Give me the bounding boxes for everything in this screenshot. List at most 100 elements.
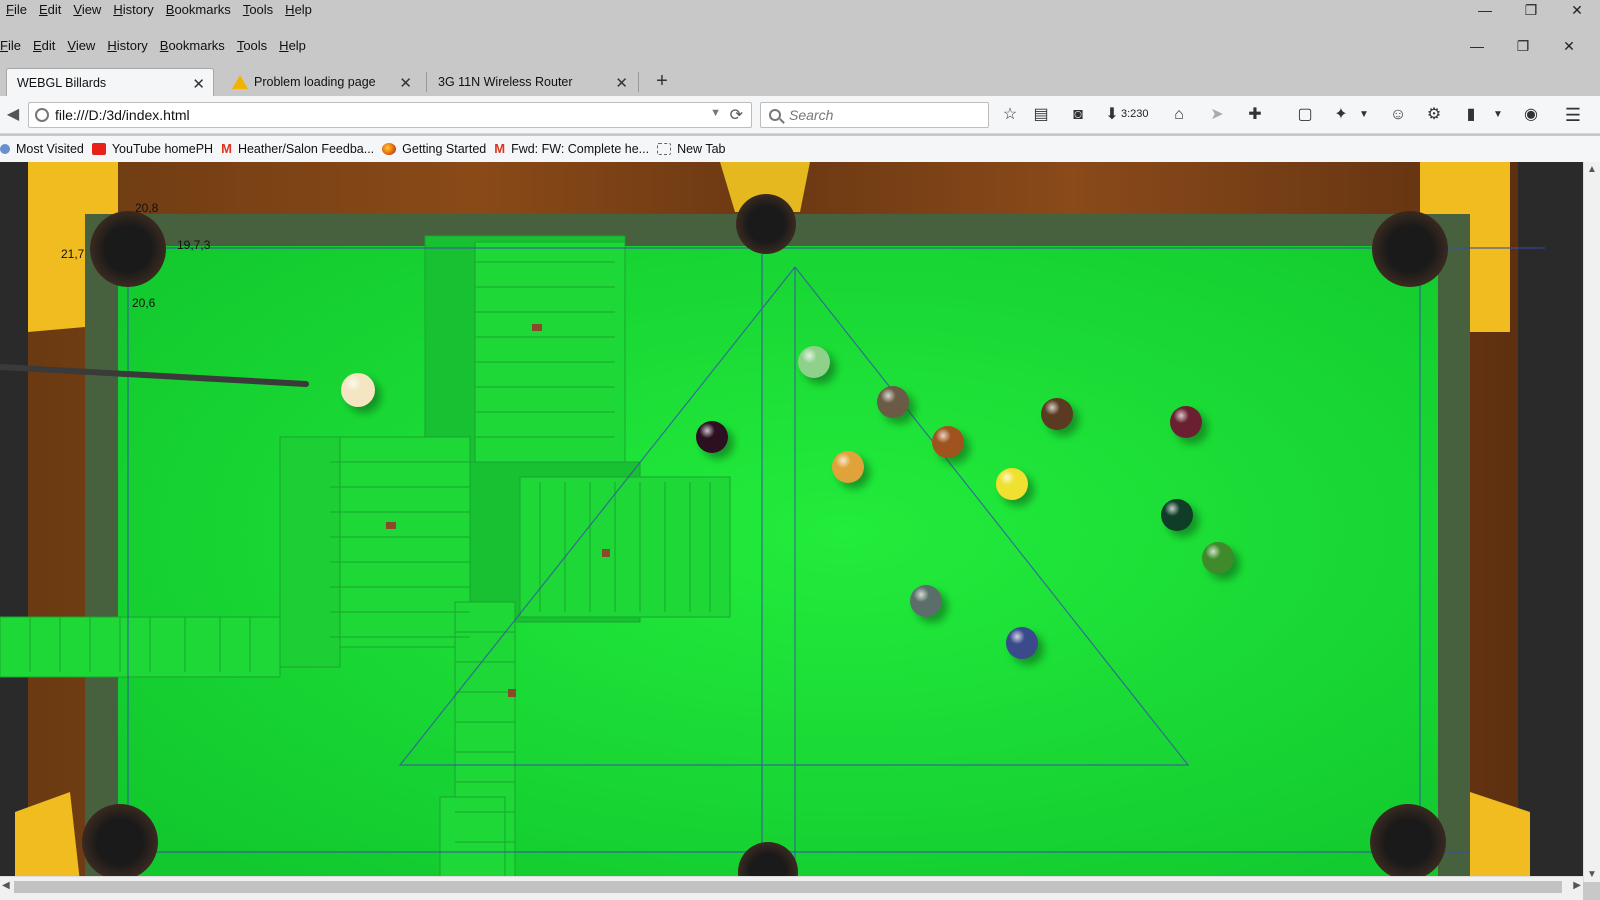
vertical-scrollbar[interactable]: ▲ ▼ [1583,162,1600,882]
firefox-icon [382,143,397,155]
pocket [82,804,158,880]
menu-bookmarks[interactable]: Bookmarks [154,37,231,55]
extension-icon[interactable]: ✦ [1330,104,1352,126]
menu-edit[interactable]: Edit [27,37,61,55]
scroll-right-icon[interactable]: ▶ [1573,880,1581,891]
webgl-canvas[interactable]: 20,8 21,7 19,7,3 20,6 [0,162,1600,882]
tab-problem-loading[interactable]: Problem loading page ✕ [222,68,420,96]
menu-file[interactable]: File [0,1,33,19]
outer-window-controls: — ❐ ✕ [1462,0,1600,20]
addon-icon[interactable]: ⚙ [1423,104,1445,126]
menu-view[interactable]: View [67,1,107,19]
restore-button[interactable]: ❐ [1508,2,1554,19]
bookmark-label: Most Visited [16,142,84,156]
menu-help[interactable]: Help [273,37,312,55]
minimize-button[interactable]: — [1462,2,1508,18]
menu-view[interactable]: View [61,37,101,55]
scrollbar-thumb[interactable] [14,881,1562,893]
window-icon[interactable]: ▢ [1294,104,1316,126]
url-text[interactable]: file:///D:/3d/index.html [55,107,190,123]
bookmark-star-icon[interactable]: ☆ [999,104,1021,126]
billiards-scene[interactable]: 20,8 21,7 19,7,3 20,6 [0,162,1600,882]
debris-marker [602,549,610,557]
send-icon[interactable]: ➤ [1206,104,1228,126]
bookmark-getting-started[interactable]: Getting Started [382,142,486,156]
restore-button[interactable]: ❐ [1500,38,1546,55]
menu-edit[interactable]: Edit [33,1,67,19]
search-placeholder: Search [789,107,834,123]
menu-bookmarks[interactable]: Bookmarks [160,1,237,19]
bookmark-new-tab[interactable]: New Tab [657,142,726,156]
bookmark-youtube[interactable]: YouTube homePH [91,142,214,156]
menu-file[interactable]: File [0,37,27,55]
close-tab-icon[interactable]: ✕ [615,74,628,92]
inner-menu-bar: File Edit View History Bookmarks Tools H… [0,35,1600,57]
outer-menu-bar: File Edit View History Bookmarks Tools H… [0,0,1600,20]
reload-icon[interactable]: ⟳ [730,105,743,125]
home-icon[interactable]: ⌂ [1168,104,1190,126]
tab-label: WEBGL Billards [17,75,107,90]
download-count: 3:230 [1121,108,1149,120]
bookmark-label: Fwd: FW: Complete he... [511,142,650,156]
close-tab-icon[interactable]: ✕ [192,75,205,93]
pocket [1370,804,1446,880]
youtube-icon [91,143,106,155]
bookmark-most-visited[interactable]: Most Visited [0,142,84,156]
menu-history[interactable]: History [101,37,153,55]
dropdown-icon[interactable]: ▼ [1492,104,1504,126]
chat-icon[interactable]: ☺ [1387,104,1409,126]
bookmark-label: YouTube homePH [111,142,214,156]
bookmarks-toolbar: Most Visited YouTube homePH M Heather/Sa… [0,136,1600,162]
menu-tools[interactable]: Tools [237,1,279,19]
debris-marker [386,522,396,529]
bookmark-label: New Tab [677,142,726,156]
close-tab-icon[interactable]: ✕ [399,74,412,92]
gmail-icon: M [221,141,232,156]
puzzle-icon[interactable]: ✚ [1244,104,1266,126]
scroll-up-icon[interactable]: ▲ [1587,164,1597,175]
pocket [736,194,796,254]
debug-label: 19,7,3 [177,238,211,252]
corner-piece [1460,792,1530,882]
warning-icon [232,75,248,89]
profile-icon[interactable]: ◉ [1520,104,1542,126]
url-bar[interactable]: file:///D:/3d/index.html ▼ ⟳ [28,102,752,128]
debug-label: 21,7 [61,247,85,261]
debris-marker [532,324,542,331]
minimize-button[interactable]: — [1454,38,1500,54]
menu-help[interactable]: Help [279,1,318,19]
download-icon[interactable]: ⬇ [1103,104,1121,126]
most-visited-icon [0,144,10,154]
bookmark-label: Heather/Salon Feedba... [237,142,375,156]
back-arrow-icon[interactable]: ◀ [0,104,26,126]
debug-label: 20,8 [135,201,159,215]
tab-bar: WEBGL Billards ✕ Problem loading page ✕ … [0,64,1600,96]
tab-webgl-billards[interactable]: WEBGL Billards ✕ [6,68,214,96]
menu-tools[interactable]: Tools [231,37,273,55]
bookmark-fwd-complete[interactable]: M Fwd: FW: Complete he... [494,142,649,156]
navigation-bar: ◀ file:///D:/3d/index.html ▼ ⟳ Search ☆ … [0,96,1600,134]
horizontal-scrollbar[interactable]: ◀ ▶ [0,876,1583,900]
corner-piece [15,792,80,882]
inner-window-controls: — ❐ ✕ [1454,35,1592,57]
hamburger-menu-icon[interactable]: ☰ [1562,104,1584,126]
tab-separator [638,72,639,92]
close-button[interactable]: ✕ [1546,38,1592,55]
pocket-icon[interactable]: ◙ [1067,104,1089,126]
dropdown-icon[interactable]: ▼ [1358,104,1370,126]
reading-list-icon[interactable]: ▤ [1030,104,1052,126]
menu-history[interactable]: History [107,1,159,19]
history-dropdown-icon[interactable]: ▼ [710,107,721,119]
bookmark-label: Getting Started [402,142,487,156]
search-icon [769,109,781,121]
new-tab-button[interactable]: + [648,68,676,96]
debris-marker [508,689,516,697]
tab-wireless-router[interactable]: 3G 11N Wireless Router ✕ [428,68,636,96]
bookmark-heather-salon[interactable]: M Heather/Salon Feedba... [221,142,374,156]
scroll-down-icon[interactable]: ▼ [1587,869,1597,880]
scroll-left-icon[interactable]: ◀ [2,880,10,891]
clipboard-icon[interactable]: ▮ [1460,104,1482,126]
search-bar[interactable]: Search [760,102,989,128]
debug-label: 20,6 [132,296,156,310]
close-button[interactable]: ✕ [1554,2,1600,19]
